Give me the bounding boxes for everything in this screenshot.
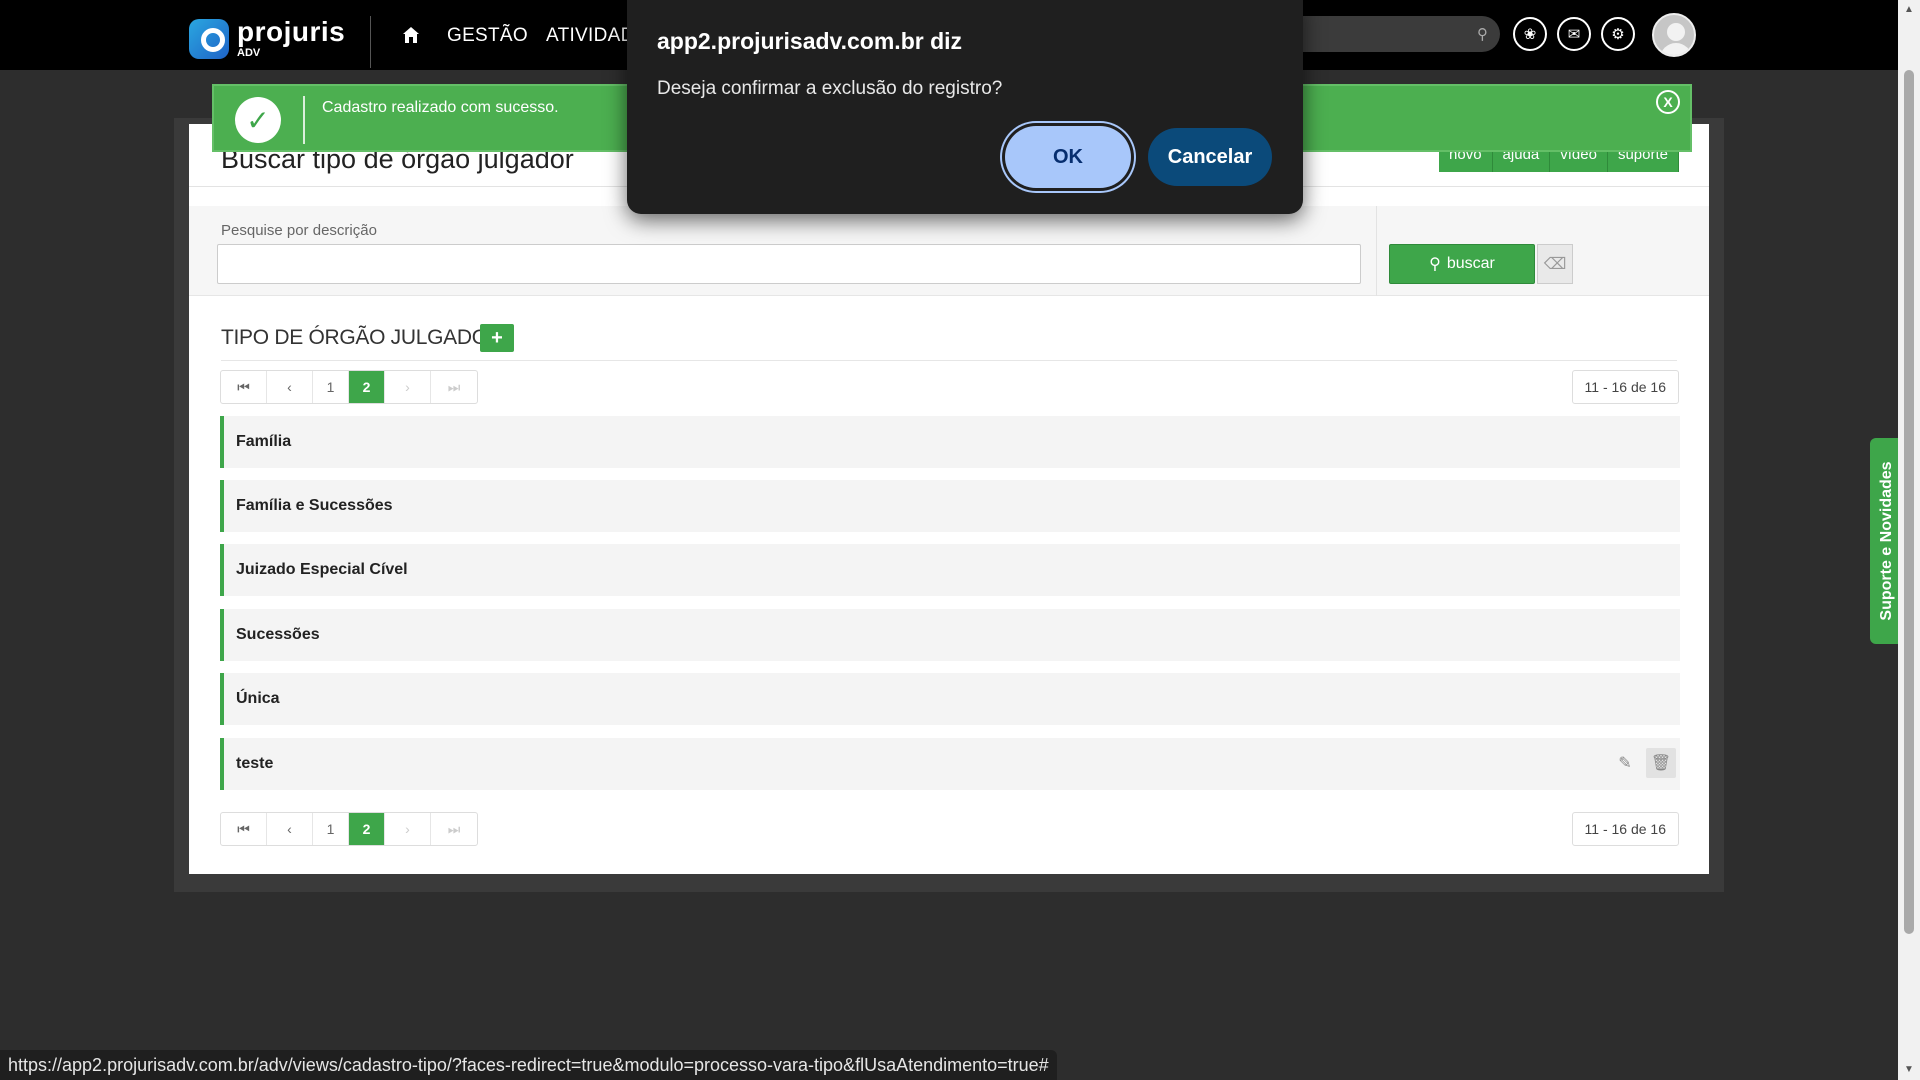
list-item-label: teste — [236, 755, 274, 772]
first-page-icon[interactable]: ⏮ — [221, 813, 267, 845]
list-item-label: Única — [236, 690, 280, 707]
next-page-icon[interactable]: › — [385, 813, 431, 845]
search-icon: ⚲ — [1429, 256, 1441, 273]
page-1-button[interactable]: 1 — [313, 813, 349, 845]
home-icon[interactable] — [402, 26, 420, 44]
buscar-button-label: buscar — [1446, 255, 1495, 272]
edit-icon[interactable]: ✎ — [1610, 748, 1640, 778]
search-label: Pesquise por descrição — [221, 222, 377, 239]
dialog-title: app2.projurisadv.com.br diz — [657, 28, 963, 54]
close-icon[interactable]: X — [1656, 90, 1680, 114]
support-side-tab-label: Suporte e Novidades — [1878, 461, 1895, 621]
page-2-button[interactable]: 2 — [349, 813, 385, 845]
next-page-icon[interactable]: › — [385, 371, 431, 403]
range-indicator-bottom: 11 - 16 de 16 — [1571, 812, 1679, 846]
scrollbar-thumb[interactable] — [1904, 70, 1914, 934]
cancel-button[interactable]: Cancelar — [1148, 128, 1272, 186]
status-bar-url: https://app2.projurisadv.com.br/adv/view… — [0, 1050, 1057, 1080]
search-icon[interactable]: ⚲ — [1477, 25, 1488, 43]
list-item[interactable]: teste ✎ 🗑 — [220, 738, 1680, 790]
ok-button[interactable]: OK — [1005, 126, 1131, 188]
logo-mark-icon — [189, 18, 229, 59]
avatar-icon[interactable] — [1652, 13, 1696, 57]
pager-bottom: ⏮ ‹ 1 2 › ⏭ — [220, 812, 478, 846]
logo-sub: ADV — [237, 47, 261, 59]
nav-gestao[interactable]: GESTÃO — [447, 25, 528, 47]
scrollbar[interactable]: ▲ ▼ — [1898, 0, 1920, 1080]
gear-icon[interactable]: ⚙ — [1601, 17, 1635, 51]
list-item-label: Família e Sucessões — [236, 497, 393, 514]
last-page-icon[interactable]: ⏭ — [431, 371, 477, 403]
list-item[interactable]: Sucessões — [220, 609, 1680, 661]
list-item[interactable]: Única — [220, 673, 1680, 725]
add-button[interactable]: + — [480, 324, 514, 352]
dialog-message: Deseja confirmar a exclusão do registro? — [657, 78, 1003, 99]
scroll-up-icon[interactable]: ▲ — [1904, 4, 1914, 15]
logo-name: projuris — [237, 16, 346, 47]
scroll-down-icon[interactable]: ▼ — [1904, 1064, 1914, 1075]
prev-page-icon[interactable]: ‹ — [267, 371, 313, 403]
prev-page-icon[interactable]: ‹ — [267, 813, 313, 845]
list-title: TIPO DE ÓRGÃO JULGADOR — [221, 326, 503, 349]
mail-icon[interactable]: ✉ — [1557, 17, 1591, 51]
pager-top: ⏮ ‹ 1 2 › ⏭ — [220, 370, 478, 404]
list-item-label: Sucessões — [236, 626, 320, 643]
trash-icon[interactable]: 🗑 — [1646, 748, 1676, 778]
buscar-button[interactable]: ⚲ buscar — [1389, 244, 1535, 284]
search-input[interactable] — [217, 244, 1361, 284]
last-page-icon[interactable]: ⏭ — [431, 813, 477, 845]
page-1-button[interactable]: 1 — [313, 371, 349, 403]
search-divider — [1376, 206, 1377, 296]
list-item-label: Juizado Especial Cível — [236, 561, 408, 578]
main-panel: Buscar tipo de órgão julgador novo ajuda… — [189, 124, 1709, 874]
list-item[interactable]: Juizado Especial Cível — [220, 544, 1680, 596]
search-zone: Pesquise por descrição ⚲ buscar ⌫ — [189, 206, 1709, 296]
nav-divider — [370, 16, 371, 68]
nav-atividades[interactable]: ATIVIDAD — [546, 25, 635, 47]
openai-icon[interactable]: ❀ — [1513, 17, 1547, 51]
first-page-icon[interactable]: ⏮ — [221, 371, 267, 403]
logo[interactable]: projuris ADV — [189, 18, 345, 59]
list-item-label: Família — [236, 433, 292, 450]
toast-message: Cadastro realizado com sucesso. — [322, 99, 559, 116]
eraser-icon[interactable]: ⌫ — [1537, 244, 1573, 284]
list-item[interactable]: Família — [220, 416, 1680, 468]
toast-divider — [303, 96, 305, 144]
list-divider — [221, 360, 1677, 361]
confirm-dialog: app2.projurisadv.com.br diz Deseja confi… — [627, 0, 1303, 214]
list-item[interactable]: Família e Sucessões — [220, 480, 1680, 532]
check-icon: ✓ — [235, 97, 281, 143]
range-indicator-top: 11 - 16 de 16 — [1571, 370, 1679, 404]
page-2-button[interactable]: 2 — [349, 371, 385, 403]
